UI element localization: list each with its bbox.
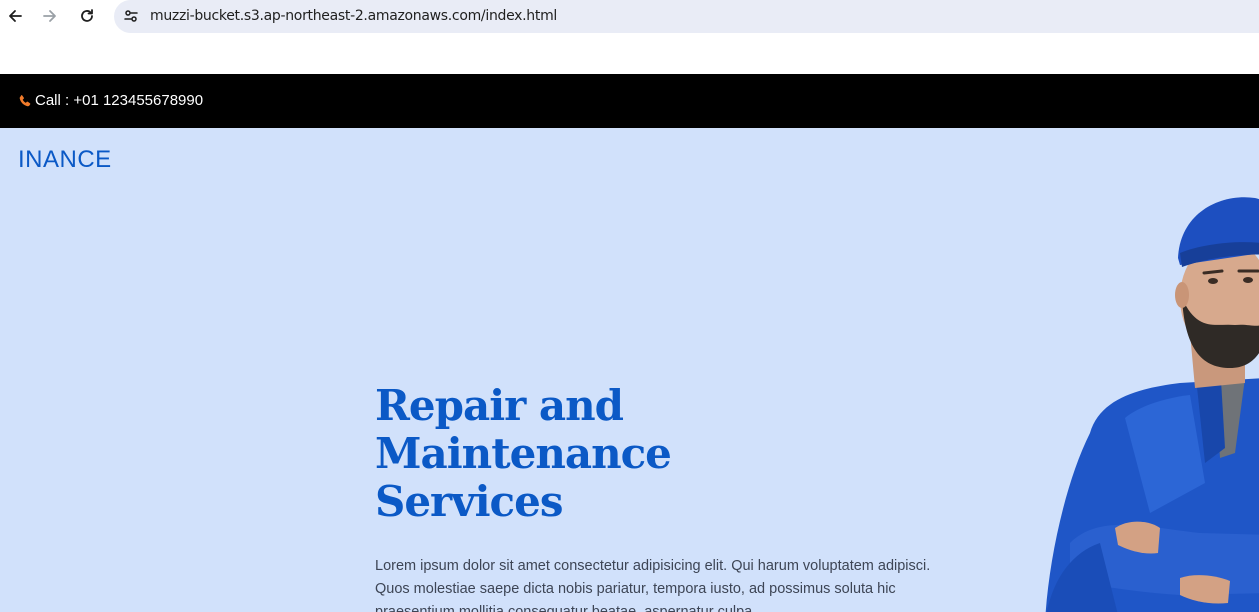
reload-icon (81, 9, 93, 22)
reload-button[interactable] (75, 4, 99, 28)
hero-description: Lorem ipsum dolor sit amet consectetur a… (375, 558, 931, 612)
arrow-right-icon (43, 10, 56, 22)
brand-logo[interactable]: INANCE (18, 146, 112, 174)
mechanic-image (1045, 197, 1259, 612)
headline-line: Maintenance (375, 429, 672, 478)
arrow-left-icon (9, 10, 22, 22)
url-text[interactable]: muzzi-bucket.s3.ap-northeast-2.amazonaws… (150, 8, 557, 24)
back-button[interactable] (3, 4, 27, 28)
site-info-button[interactable] (119, 4, 143, 28)
headline-line: Repair and (375, 381, 624, 430)
phone-icon (19, 94, 31, 106)
call-link[interactable]: Call : +01 123455678990 (18, 92, 203, 109)
address-bar[interactable]: muzzi-bucket.s3.ap-northeast-2.amazonaws… (114, 0, 1259, 33)
call-text: Call : +01 123455678990 (35, 92, 204, 109)
top-contact-bar: Call : +01 123455678990 (0, 74, 1259, 128)
tune-icon (124, 10, 138, 22)
headline-line: Services (375, 477, 563, 526)
hero-section: INANCE Repair and Maintenance Services L… (0, 128, 1259, 612)
browser-toolbar: muzzi-bucket.s3.ap-northeast-2.amazonaws… (0, 0, 1259, 33)
hero-headline: Repair and Maintenance Services (375, 382, 695, 526)
forward-button[interactable] (38, 4, 62, 28)
